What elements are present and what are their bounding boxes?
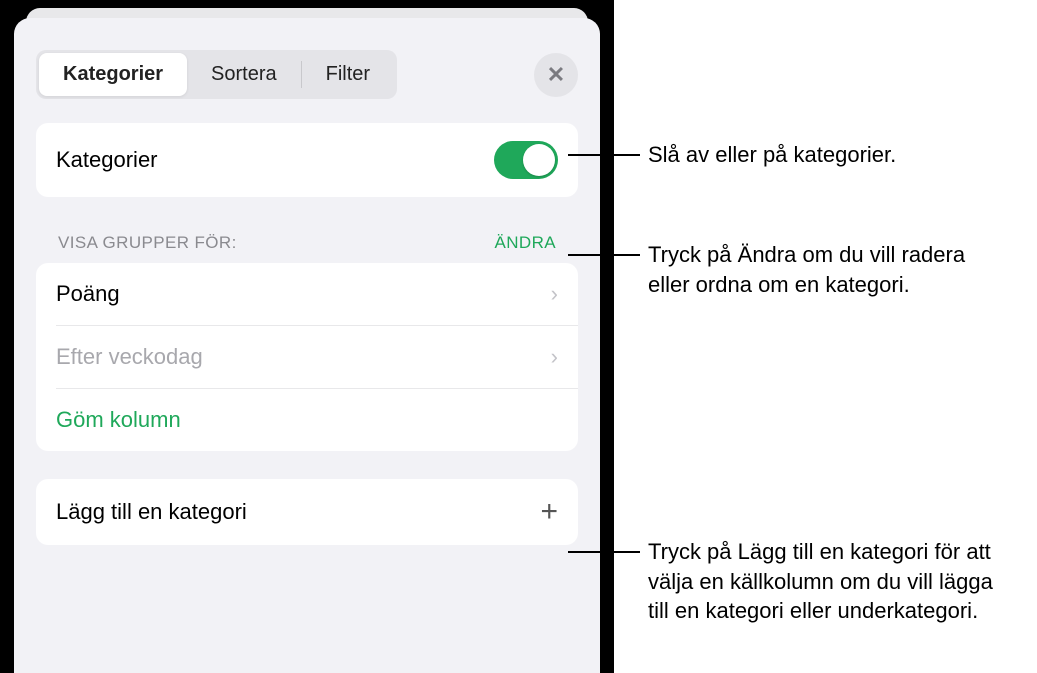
group-row-veckodag[interactable]: Efter veckodag › xyxy=(56,325,578,388)
hide-column-label: Göm kolumn xyxy=(56,407,181,433)
callout-add: Tryck på Lägg till en kategori för att v… xyxy=(648,537,1018,626)
close-icon: ✕ xyxy=(547,62,565,88)
plus-icon: + xyxy=(540,497,558,527)
tab-segmented-control: Kategorier Sortera Filter xyxy=(36,50,397,99)
tab-filter[interactable]: Filter xyxy=(302,53,394,96)
chevron-right-icon: › xyxy=(551,281,558,307)
categories-sheet: Kategorier Sortera Filter ✕ Kategorier V… xyxy=(14,18,600,673)
hide-column-button[interactable]: Göm kolumn xyxy=(56,388,578,451)
edit-button[interactable]: ÄNDRA xyxy=(494,233,556,253)
tab-sort[interactable]: Sortera xyxy=(187,53,301,96)
group-row-poang[interactable]: Poäng › xyxy=(36,263,578,325)
categories-toggle[interactable] xyxy=(494,141,558,179)
chevron-right-icon: › xyxy=(551,344,558,370)
groups-header-label: VISA GRUPPER FÖR: xyxy=(58,233,237,253)
callout-edit: Tryck på Ändra om du vill radera eller o… xyxy=(648,240,978,299)
tab-categories[interactable]: Kategorier xyxy=(39,53,187,96)
group-row-label: Efter veckodag xyxy=(56,344,203,370)
add-category-label: Lägg till en kategori xyxy=(56,499,247,525)
callout-toggle: Slå av eller på kategorier. xyxy=(648,140,896,170)
add-category-button[interactable]: Lägg till en kategori + xyxy=(36,479,578,545)
close-button[interactable]: ✕ xyxy=(534,53,578,97)
group-row-label: Poäng xyxy=(56,281,120,307)
categories-toggle-label: Kategorier xyxy=(56,147,158,173)
